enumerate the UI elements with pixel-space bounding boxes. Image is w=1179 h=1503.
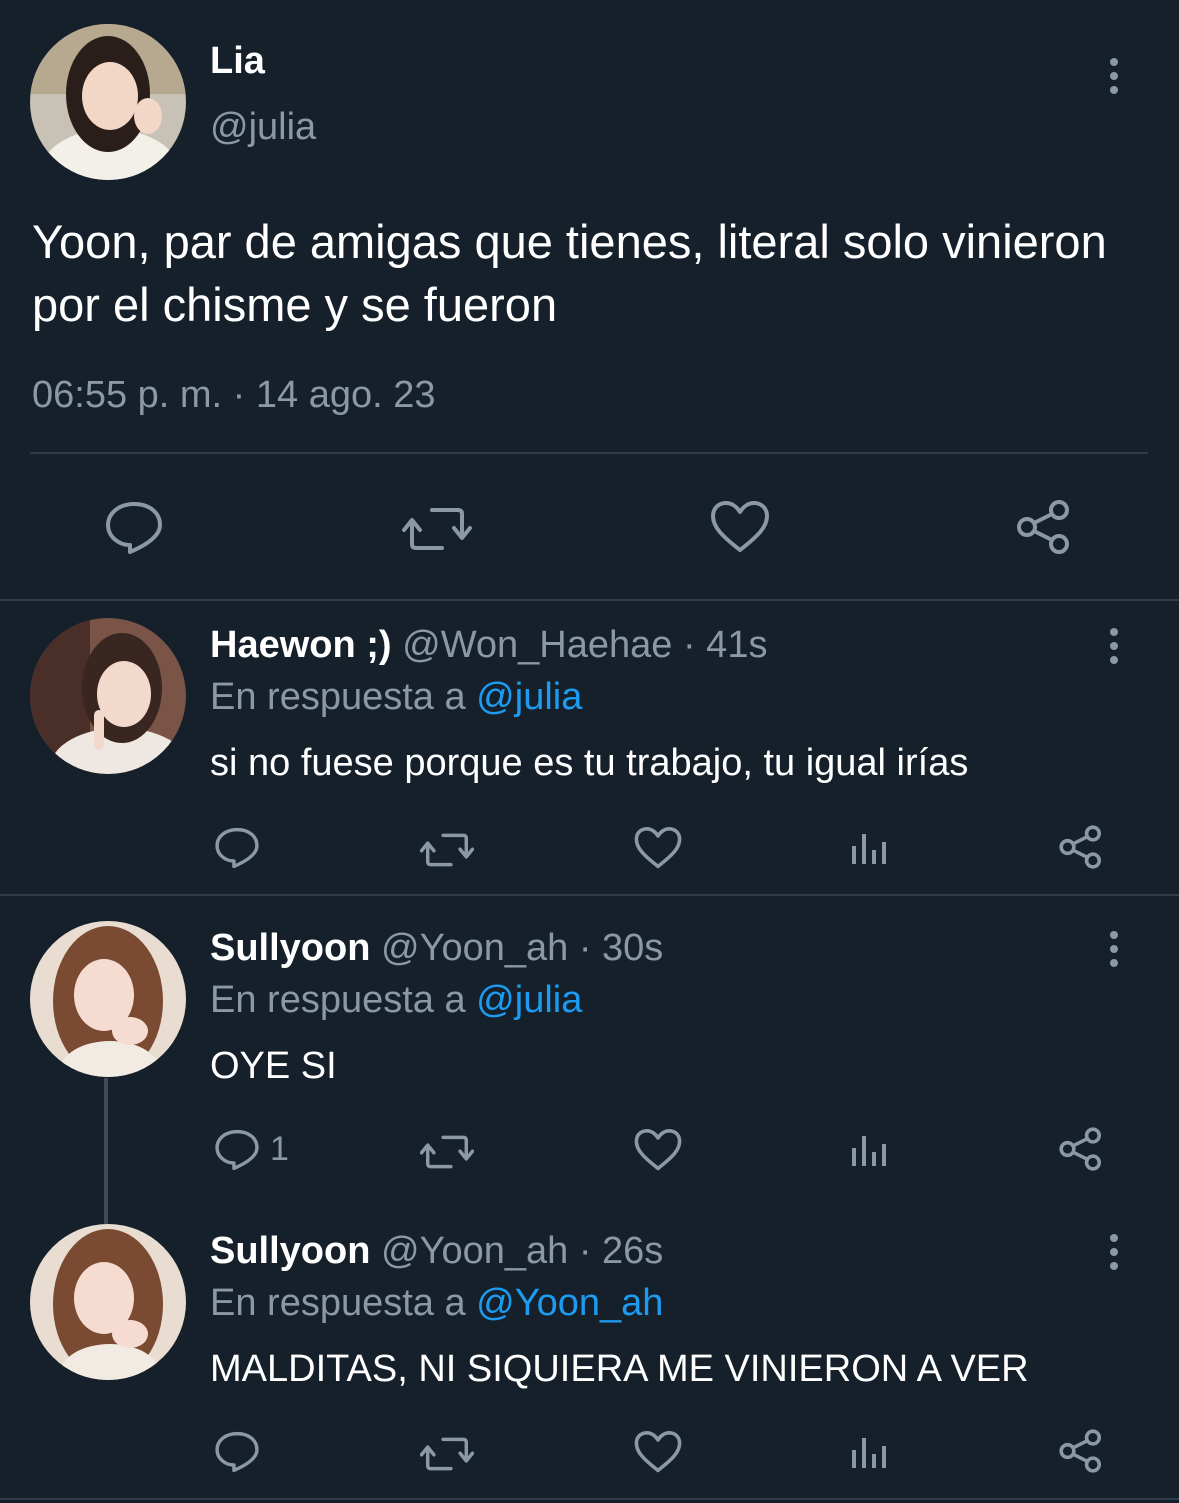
reply-header: Sullyoon @Yoon_ah · 26s: [210, 1230, 663, 1273]
reply-header: Sullyoon @Yoon_ah · 30s: [210, 927, 663, 970]
comment-icon[interactable]: [214, 1430, 260, 1474]
reply-text: si no fuese porque es tu trabajo, tu igu…: [210, 742, 969, 784]
reply-text: OYE SI: [210, 1045, 337, 1087]
like-icon[interactable]: [710, 500, 770, 554]
retweet-icon[interactable]: [420, 830, 474, 870]
reply-author-handle[interactable]: @Yoon_ah: [381, 927, 568, 969]
more-icon[interactable]: [1107, 58, 1121, 94]
like-icon[interactable]: [634, 1430, 682, 1474]
share-icon[interactable]: [1058, 1428, 1104, 1474]
more-icon[interactable]: [1107, 628, 1121, 664]
replying-to-link[interactable]: @julia: [476, 979, 582, 1021]
replying-to-link[interactable]: @Yoon_ah: [476, 1282, 663, 1324]
more-icon[interactable]: [1107, 1234, 1121, 1270]
avatar-haewon[interactable]: [30, 618, 186, 774]
reply-author-name[interactable]: Haewon ;): [210, 624, 392, 666]
replying-to: En respuesta a @julia: [210, 979, 582, 1022]
reply-count: 1: [270, 1130, 289, 1168]
replying-to: En respuesta a @julia: [210, 676, 582, 719]
views-icon[interactable]: [850, 830, 890, 866]
divider: [30, 452, 1148, 454]
divider: [0, 599, 1179, 601]
replying-prefix: En respuesta a: [210, 1282, 466, 1324]
divider: [0, 1498, 1179, 1500]
reply-author-name[interactable]: Sullyoon: [210, 1230, 370, 1272]
avatar-sullyoon[interactable]: [30, 1224, 186, 1380]
like-icon[interactable]: [634, 826, 682, 870]
tweet-text: Yoon, par de amigas que tienes, literal …: [32, 215, 1107, 331]
avatar-lia[interactable]: [30, 24, 186, 180]
share-icon[interactable]: [1058, 1126, 1104, 1172]
author-name[interactable]: Lia: [210, 40, 265, 83]
reply-time: · 26s: [578, 1230, 664, 1272]
replying-to: En respuesta a @Yoon_ah: [210, 1282, 663, 1325]
comment-icon[interactable]: [214, 1128, 260, 1172]
comment-icon[interactable]: [104, 500, 164, 556]
reply-text: MALDITAS, NI SIQUIERA ME VINIERON A VER: [210, 1348, 1029, 1390]
thread-line: [104, 1078, 108, 1228]
views-icon[interactable]: [850, 1132, 890, 1168]
tweet-timestamp: 06:55 p. m. · 14 ago. 23: [32, 374, 436, 416]
replying-prefix: En respuesta a: [210, 979, 466, 1021]
replying-to-link[interactable]: @julia: [476, 676, 582, 718]
retweet-icon[interactable]: [420, 1434, 474, 1474]
reply-header: Haewon ;) @Won_Haehae · 41s: [210, 624, 767, 667]
comment-icon[interactable]: [214, 826, 260, 870]
author-handle[interactable]: @julia: [210, 106, 316, 149]
more-icon[interactable]: [1107, 931, 1121, 967]
share-icon[interactable]: [1058, 824, 1104, 870]
reply-author-handle[interactable]: @Yoon_ah: [381, 1230, 568, 1272]
reply-author-handle[interactable]: @Won_Haehae: [402, 624, 672, 666]
share-icon[interactable]: [1015, 498, 1073, 556]
avatar-sullyoon[interactable]: [30, 921, 186, 1077]
retweet-icon[interactable]: [420, 1132, 474, 1172]
reply-time: · 41s: [682, 624, 768, 666]
divider: [0, 894, 1179, 896]
replying-prefix: En respuesta a: [210, 676, 466, 718]
reply-time: · 30s: [578, 927, 664, 969]
reply-author-name[interactable]: Sullyoon: [210, 927, 370, 969]
retweet-icon[interactable]: [402, 504, 472, 554]
views-icon[interactable]: [850, 1434, 890, 1470]
like-icon[interactable]: [634, 1128, 682, 1172]
